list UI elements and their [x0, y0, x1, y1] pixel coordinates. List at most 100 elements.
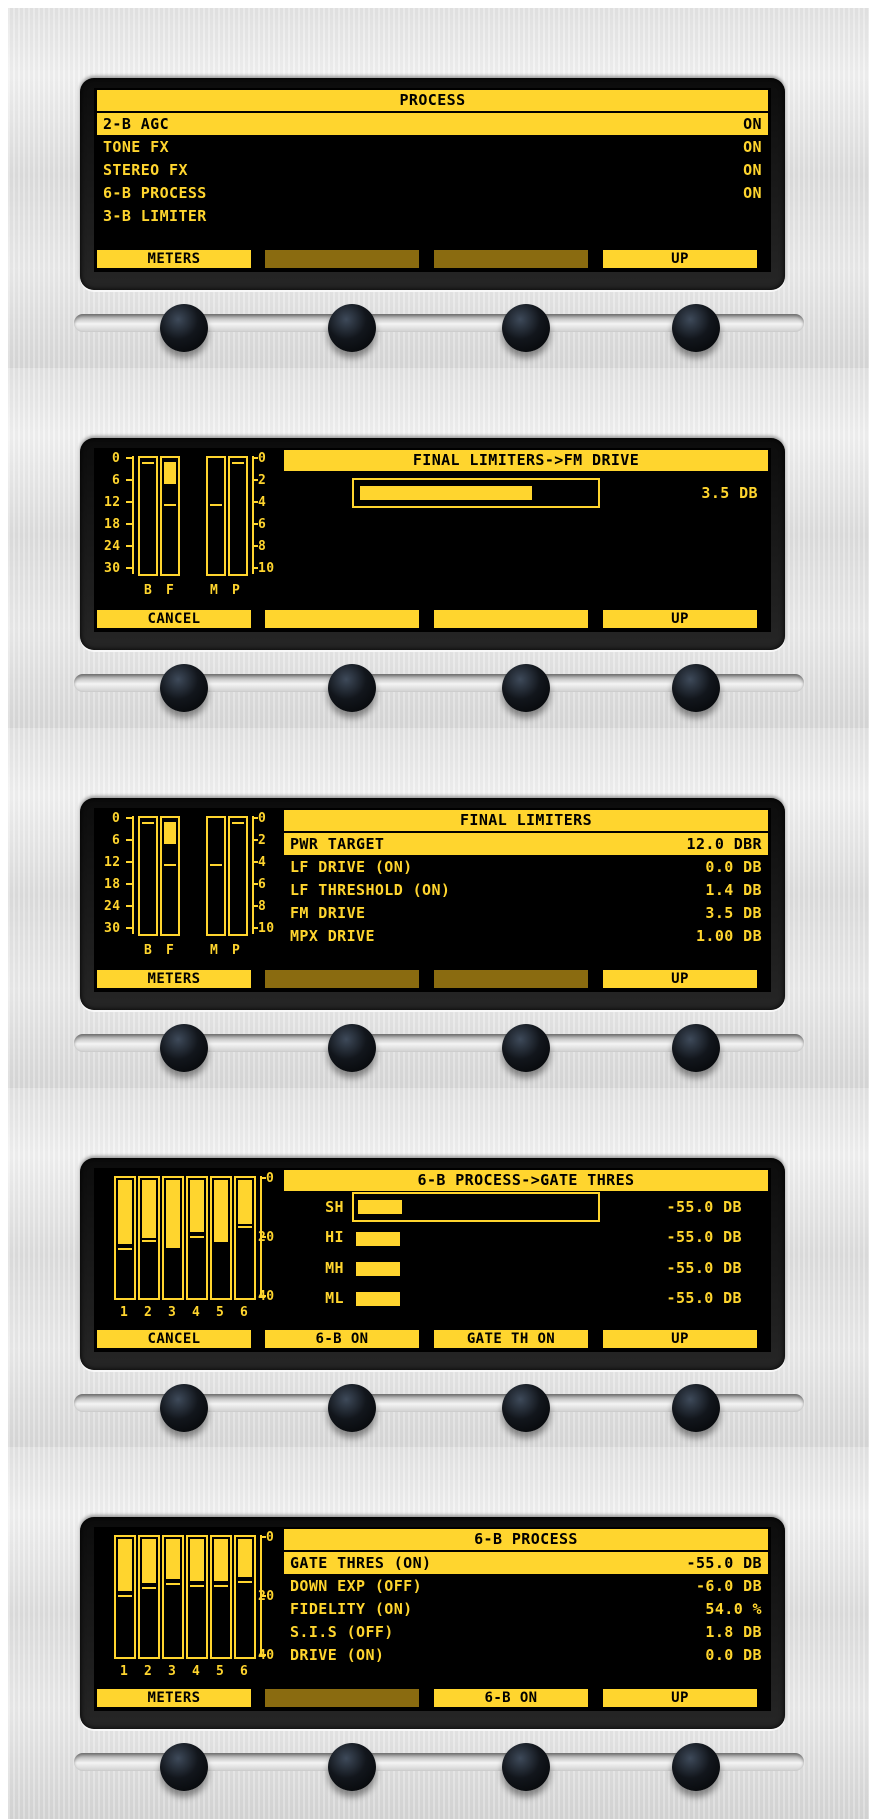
meter-fill [190, 1180, 204, 1232]
softkey-knob-1[interactable] [160, 1384, 208, 1432]
softkey-up[interactable]: UP [603, 610, 757, 628]
right-scale-line [252, 456, 254, 574]
scale-label: 24 [104, 899, 121, 914]
band-level-fill[interactable] [356, 1232, 400, 1246]
softkey-knob-4[interactable] [672, 664, 720, 712]
menu-item-lf-drive[interactable]: LF DRIVE (ON) 0.0 DB [284, 856, 768, 878]
scale-tick [126, 567, 132, 569]
peak-marker [190, 1585, 204, 1587]
softkey-knob-2[interactable] [328, 304, 376, 352]
menu-item-stereo-fx[interactable]: STEREO FX ON [97, 159, 768, 181]
softkey-6b-on[interactable]: 6-B ON [434, 1689, 588, 1707]
softkey-2-empty[interactable] [265, 610, 419, 628]
menu-item-value: ON [743, 115, 762, 133]
scale-label: 10 [258, 921, 275, 936]
softkey-knob-3[interactable] [502, 1384, 550, 1432]
softkey-knob-1[interactable] [160, 1743, 208, 1791]
peak-marker [166, 1583, 180, 1585]
softkey-2-empty[interactable] [265, 250, 419, 268]
band-level-fill[interactable] [356, 1262, 400, 1276]
menu-item-value: 0.0 DB [705, 1646, 762, 1664]
menu-item-mpx-drive[interactable]: MPX DRIVE 1.00 DB [284, 925, 768, 947]
meter-fill [166, 1180, 180, 1248]
softkey-3-empty[interactable] [434, 970, 588, 988]
softkey-meters[interactable]: METERS [97, 250, 251, 268]
meter-label-p: P [232, 943, 241, 958]
softkey-knob-4[interactable] [672, 1024, 720, 1072]
menu-item-sis[interactable]: S.I.S (OFF) 1.8 DB [284, 1621, 768, 1643]
meter-fill [214, 1539, 228, 1581]
softkey-knob-4[interactable] [672, 304, 720, 352]
menu-item-3b-limiter[interactable]: 3-B LIMITER [97, 205, 768, 227]
fm-drive-panel: 0 6 12 18 24 30 0 2 4 6 8 10 B F M P FIN… [8, 368, 869, 740]
softkey-up[interactable]: UP [603, 970, 757, 988]
band-label-sh: SH [325, 1198, 344, 1216]
band-meter-3 [162, 1535, 184, 1659]
softkey-knob-2[interactable] [328, 1743, 376, 1791]
softkey-knob-2[interactable] [328, 1024, 376, 1072]
menu-item-value: 1.00 DB [695, 927, 762, 945]
meter-fill [166, 1539, 180, 1579]
softkey-knob-3[interactable] [502, 664, 550, 712]
softkey-up[interactable]: UP [603, 250, 757, 268]
meter-fill [118, 1180, 132, 1244]
peak-marker [210, 864, 222, 866]
softkey-gate-th-on[interactable]: GATE TH ON [434, 1330, 588, 1348]
menu-item-pwr-target[interactable]: PWR TARGET 12.0 DBR [284, 833, 768, 855]
peak-marker [190, 1236, 204, 1238]
softkey-knob-2[interactable] [328, 664, 376, 712]
band-label-ml: ML [325, 1289, 344, 1307]
scale-label: 2 [258, 473, 267, 488]
softkey-3-empty[interactable] [434, 250, 588, 268]
softkey-knob-1[interactable] [160, 664, 208, 712]
menu-item-lf-threshold[interactable]: LF THRESHOLD (ON) 1.4 DB [284, 879, 768, 901]
meter-label-3: 3 [168, 1305, 177, 1320]
meter-label-2: 2 [144, 1664, 153, 1679]
softkey-knob-1[interactable] [160, 1024, 208, 1072]
softkey-up[interactable]: UP [603, 1330, 757, 1348]
fm-drive-slider[interactable] [352, 478, 600, 508]
softkey-knob-4[interactable] [672, 1743, 720, 1791]
menu-item-drive[interactable]: DRIVE (ON) 0.0 DB [284, 1644, 768, 1666]
softkey-cancel[interactable]: CANCEL [97, 610, 251, 628]
menu-item-gate-thres[interactable]: GATE THRES (ON) -55.0 DB [284, 1552, 768, 1574]
menu-item-fm-drive[interactable]: FM DRIVE 3.5 DB [284, 902, 768, 924]
softkey-2-empty[interactable] [265, 1689, 419, 1707]
menu-item-label: FIDELITY (ON) [290, 1600, 413, 1618]
scale-label: 0 [258, 451, 267, 466]
softkey-meters[interactable]: METERS [97, 970, 251, 988]
meter-fill [214, 1180, 228, 1240]
band-slider-sh[interactable] [352, 1192, 600, 1222]
softkey-knob-4[interactable] [672, 1384, 720, 1432]
scale-tick [126, 479, 132, 481]
menu-item-2b-agc[interactable]: 2-B AGC ON [97, 113, 768, 135]
softkey-6b-on[interactable]: 6-B ON [265, 1330, 419, 1348]
softkey-cancel[interactable]: CANCEL [97, 1330, 251, 1348]
scale-tick [126, 927, 132, 929]
menu-item-fidelity[interactable]: FIDELITY (ON) 54.0 % [284, 1598, 768, 1620]
softkey-knob-3[interactable] [502, 1024, 550, 1072]
scale-label: 24 [104, 539, 121, 554]
band-value-hi: -55.0 DB [666, 1228, 742, 1246]
band-level-fill[interactable] [356, 1292, 400, 1306]
scale-label: 10 [258, 561, 275, 576]
meter-label-6: 6 [240, 1305, 249, 1320]
softkey-up[interactable]: UP [603, 1689, 757, 1707]
peak-marker [164, 864, 176, 866]
softkey-knob-3[interactable] [502, 304, 550, 352]
menu-item-down-exp[interactable]: DOWN EXP (OFF) -6.0 DB [284, 1575, 768, 1597]
softkey-2-empty[interactable] [265, 970, 419, 988]
softkey-knob-3[interactable] [502, 1743, 550, 1791]
menu-item-6b-process[interactable]: 6-B PROCESS ON [97, 182, 768, 204]
menu-item-tone-fx[interactable]: TONE FX ON [97, 136, 768, 158]
meter-label-b: B [144, 583, 153, 598]
scale-tick [126, 905, 132, 907]
meter-fill [238, 1539, 252, 1577]
softkey-knob-2[interactable] [328, 1384, 376, 1432]
band-meter-6 [234, 1176, 256, 1300]
meter-bar-f [160, 816, 180, 936]
softkey-3-empty[interactable] [434, 610, 588, 628]
softkey-knob-1[interactable] [160, 304, 208, 352]
menu-item-label: 6-B PROCESS [103, 184, 207, 202]
softkey-meters[interactable]: METERS [97, 1689, 251, 1707]
